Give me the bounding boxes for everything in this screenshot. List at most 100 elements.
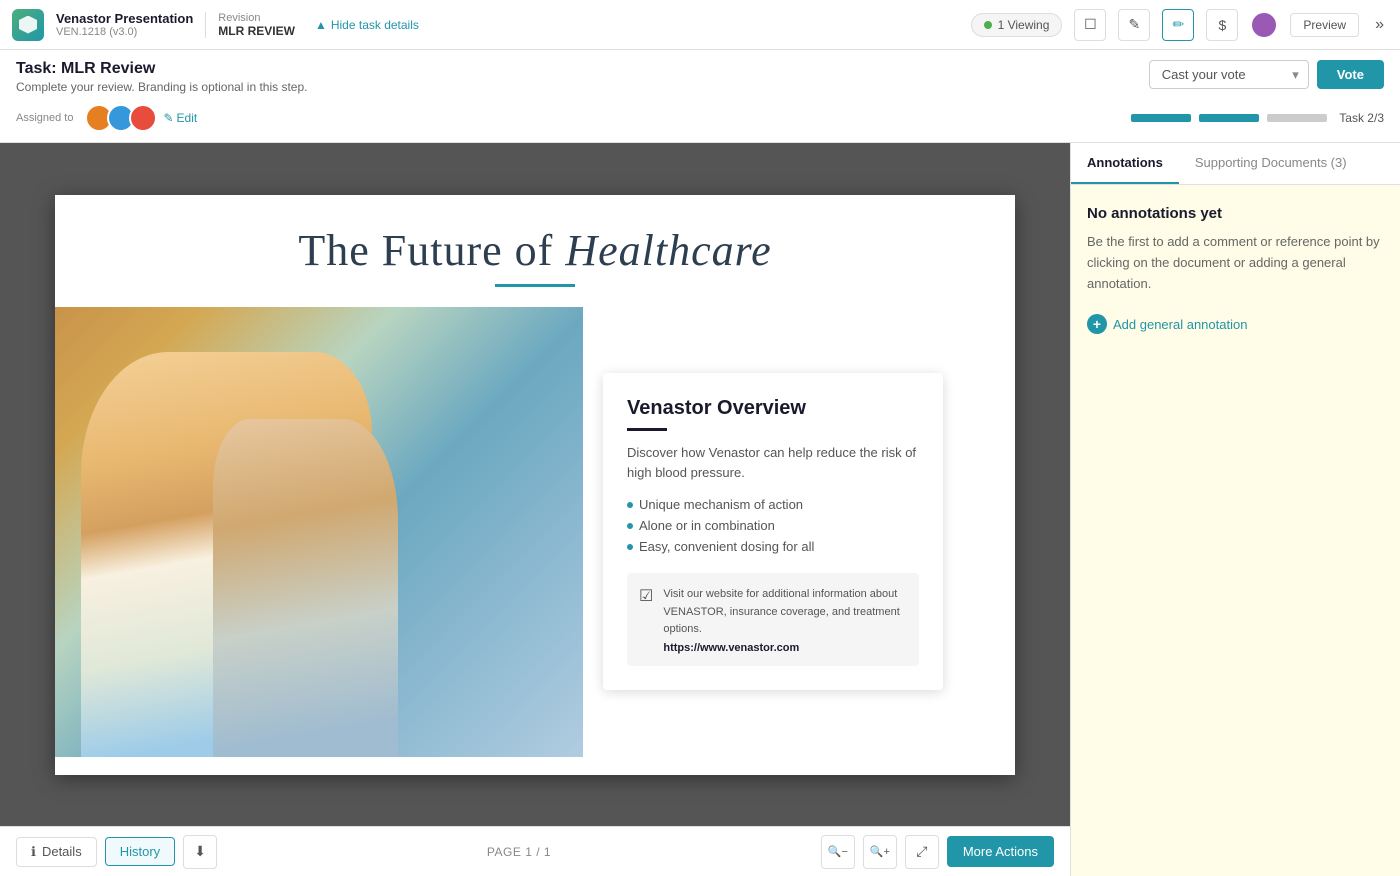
- bullet-text-3: Easy, convenient dosing for all: [639, 539, 814, 554]
- edit-pencil-icon: ✎: [163, 111, 173, 125]
- card-title: Venastor Overview: [627, 397, 919, 420]
- more-options-button[interactable]: »: [1371, 12, 1388, 38]
- pen-icon: ✎: [1129, 16, 1141, 33]
- hide-task-button[interactable]: ▲ Hide task details: [307, 14, 427, 36]
- hide-task-label: Hide task details: [331, 18, 419, 32]
- person-figure-2: [213, 419, 398, 757]
- dollar-icon: $: [1219, 17, 1227, 33]
- current-user-avatar: [1250, 11, 1278, 39]
- slide-title-part1: The Future of: [298, 226, 565, 275]
- slide-container[interactable]: The Future of Healthcare: [0, 143, 1070, 826]
- preview-button[interactable]: Preview: [1290, 13, 1359, 37]
- details-button[interactable]: ℹ Details: [16, 837, 97, 867]
- slide-title-italic: Healthcare: [565, 226, 771, 275]
- dollar-tool-button[interactable]: $: [1206, 9, 1238, 41]
- fullscreen-icon: ⤢: [916, 843, 927, 860]
- zoom-out-button[interactable]: 🔍−: [821, 835, 855, 869]
- bullet-list: Unique mechanism of action Alone or in c…: [627, 494, 919, 557]
- vote-button[interactable]: Vote: [1317, 60, 1384, 89]
- disclaimer-content: Visit our website for additional informa…: [663, 585, 907, 653]
- vote-select[interactable]: Cast your vote Approve Reject Abstain: [1149, 60, 1309, 89]
- disclaimer-url: https://www.venastor.com: [663, 642, 907, 654]
- bullet-item-3: Easy, convenient dosing for all: [627, 536, 919, 557]
- progress-bar: [1131, 114, 1327, 122]
- task-row2: Assigned to ✎ Edit Task 2/3: [16, 104, 1384, 132]
- avatar-group: [85, 104, 151, 132]
- pen-tool-button[interactable]: ✎: [1118, 9, 1150, 41]
- panel-tabs: Annotations Supporting Documents (3): [1071, 143, 1400, 185]
- rectangle-tool-button[interactable]: ☐: [1074, 9, 1106, 41]
- bottom-toolbar: ℹ Details History ⬇ PAGE 1 / 1 🔍− 🔍+ ⤢ M…: [0, 826, 1070, 876]
- progress-segment-1: [1131, 114, 1191, 122]
- card-description: Discover how Venastor can help reduce th…: [627, 443, 919, 482]
- viewing-count: 1 Viewing: [998, 18, 1050, 32]
- bullet-item-1: Unique mechanism of action: [627, 494, 919, 515]
- bullet-dot-2: [627, 523, 633, 529]
- bullet-dot-1: [627, 502, 633, 508]
- slide-title-underline: [495, 284, 575, 287]
- task-right: Task 2/3: [1131, 111, 1384, 125]
- right-panel: Annotations Supporting Documents (3) No …: [1070, 143, 1400, 876]
- progress-segment-2: [1199, 114, 1259, 122]
- slide-frame: The Future of Healthcare: [55, 195, 1015, 775]
- preview-label: Preview: [1303, 18, 1346, 32]
- add-annotation-label: Add general annotation: [1113, 317, 1247, 332]
- history-button[interactable]: History: [105, 837, 175, 866]
- no-annotations-description: Be the first to add a comment or referen…: [1087, 232, 1384, 294]
- slide-image: [55, 307, 583, 757]
- avatar-3: [129, 104, 157, 132]
- slide-main-title: The Future of Healthcare: [95, 225, 975, 276]
- marker-icon: ✏: [1173, 16, 1185, 33]
- content-card: Venastor Overview Discover how Venastor …: [603, 373, 943, 689]
- page-info: PAGE 1 / 1: [225, 845, 813, 859]
- edit-button[interactable]: ✎ Edit: [163, 111, 197, 125]
- triangle-up-icon: ▲: [315, 18, 327, 32]
- download-button[interactable]: ⬇: [183, 835, 217, 869]
- tab-annotations[interactable]: Annotations: [1071, 143, 1179, 184]
- revision-info: Revision MLR REVIEW: [205, 12, 295, 38]
- topbar: Venastor Presentation VEN.1218 (v3.0) Re…: [0, 0, 1400, 50]
- slide-area: The Future of Healthcare: [0, 143, 1070, 876]
- add-annotation-icon: +: [1087, 314, 1107, 334]
- download-icon: ⬇: [194, 843, 206, 860]
- tab-supporting-docs[interactable]: Supporting Documents (3): [1179, 143, 1363, 184]
- progress-divider-1: [1194, 114, 1196, 122]
- bullet-text-1: Unique mechanism of action: [639, 497, 803, 512]
- add-annotation-button[interactable]: + Add general annotation: [1087, 314, 1247, 334]
- details-label: Details: [42, 844, 82, 859]
- task-title: Task: MLR Review: [16, 60, 308, 78]
- marker-tool-button[interactable]: ✏: [1162, 9, 1194, 41]
- revision-label: Revision: [218, 12, 295, 24]
- viewing-badge: 1 Viewing: [971, 13, 1063, 37]
- doc-id: VEN.1218 (v3.0): [56, 26, 193, 38]
- task-number: Task 2/3: [1339, 111, 1384, 125]
- doc-title: Venastor Presentation: [56, 11, 193, 26]
- history-label: History: [120, 844, 160, 859]
- task-bar: Task: MLR Review Complete your review. B…: [0, 50, 1400, 143]
- bullet-text-2: Alone or in combination: [639, 518, 775, 533]
- zoom-in-button[interactable]: 🔍+: [863, 835, 897, 869]
- main-content: The Future of Healthcare: [0, 143, 1400, 876]
- viewing-dot: [984, 21, 992, 29]
- vote-area: Cast your vote Approve Reject Abstain Vo…: [1149, 60, 1384, 89]
- slide-body: Venastor Overview Discover how Venastor …: [55, 307, 1015, 757]
- progress-segment-3: [1267, 114, 1327, 122]
- slide-card: Venastor Overview Discover how Venastor …: [583, 307, 1015, 757]
- card-divider: [627, 428, 667, 431]
- disclaimer-box: ☑ Visit our website for additional infor…: [627, 573, 919, 665]
- chevron-right-icon: »: [1375, 16, 1384, 33]
- more-actions-button[interactable]: More Actions: [947, 836, 1054, 867]
- zoom-out-icon: 🔍−: [828, 845, 848, 858]
- fullscreen-button[interactable]: ⤢: [905, 835, 939, 869]
- edit-label: Edit: [177, 111, 198, 125]
- no-annotations-title: No annotations yet: [1087, 205, 1384, 222]
- task-description: Complete your review. Branding is option…: [16, 80, 308, 94]
- bullet-dot-3: [627, 544, 633, 550]
- doc-info: Venastor Presentation VEN.1218 (v3.0): [56, 11, 193, 38]
- panel-content: No annotations yet Be the first to add a…: [1071, 185, 1400, 876]
- progress-divider-2: [1262, 114, 1264, 122]
- slide-title-section: The Future of Healthcare: [55, 195, 1015, 307]
- assigned-label: Assigned to: [16, 112, 73, 124]
- zoom-in-icon: 🔍+: [870, 845, 890, 858]
- bullet-item-2: Alone or in combination: [627, 515, 919, 536]
